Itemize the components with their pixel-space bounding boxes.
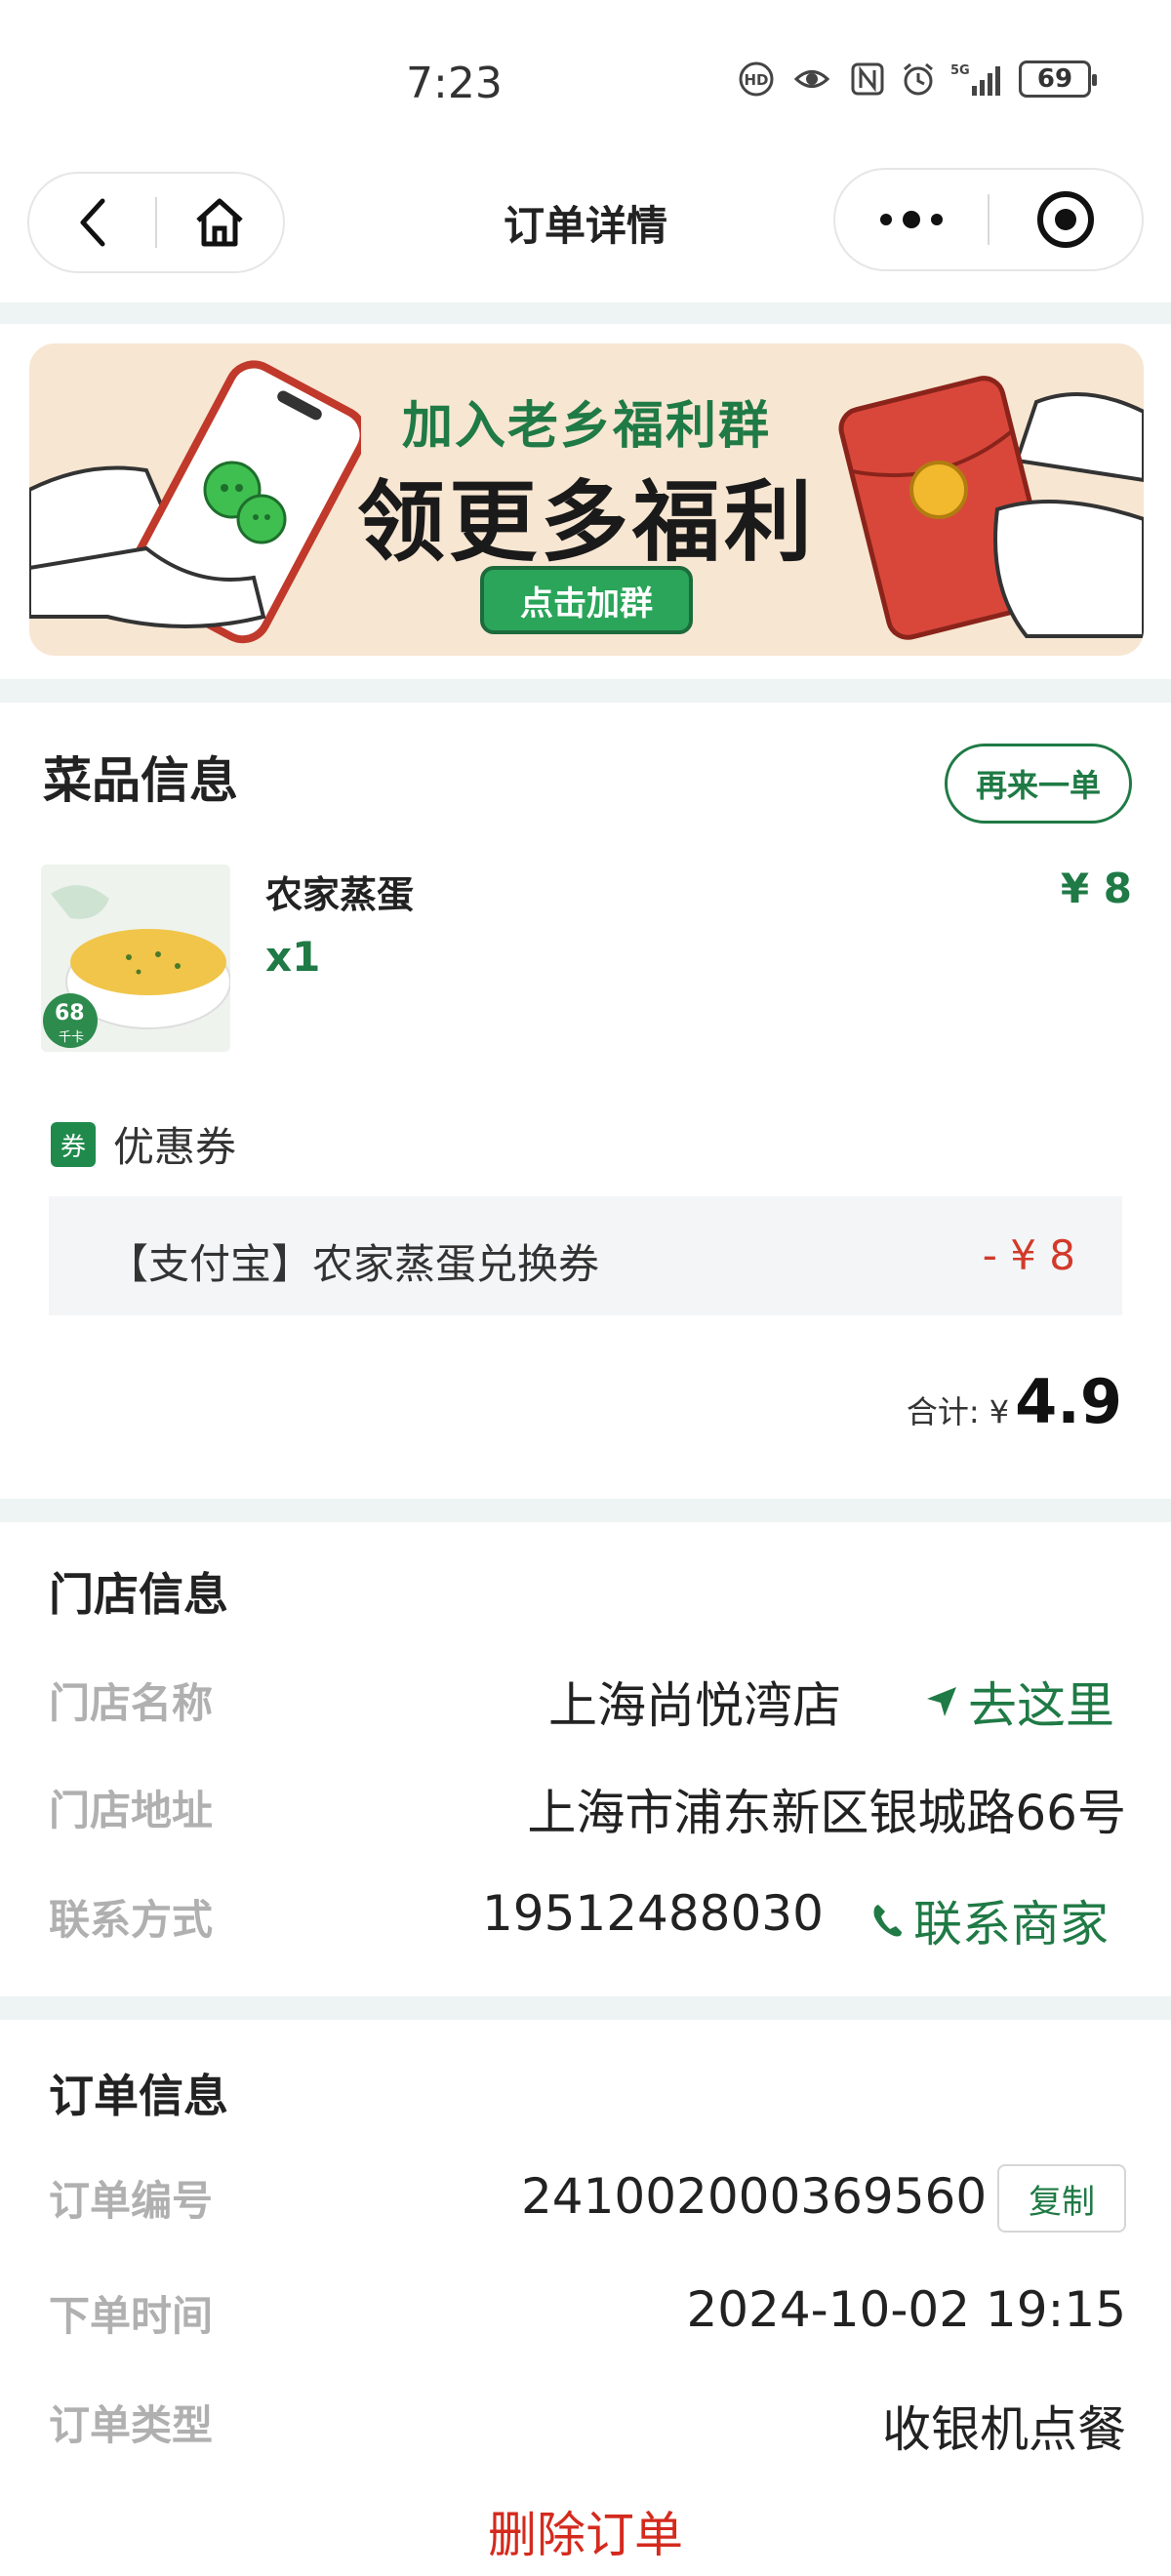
store-name-label: 门店名称 bbox=[49, 1679, 214, 1727]
contact-merchant-label: 联系商家 bbox=[913, 1896, 1109, 1952]
nav-bar: 订单详情 bbox=[0, 166, 1171, 302]
store-section-title: 门店信息 bbox=[49, 1568, 228, 1621]
target-icon bbox=[1036, 191, 1094, 248]
nav-capsule-right bbox=[833, 168, 1144, 271]
section-gap bbox=[0, 302, 1171, 324]
battery-level: 69 bbox=[1036, 64, 1073, 94]
navigate-button[interactable]: 去这里 bbox=[925, 1667, 1114, 1737]
nfc-icon bbox=[851, 62, 884, 96]
nav-capsule-left bbox=[27, 172, 285, 273]
order-number-label: 订单编号 bbox=[49, 2177, 214, 2225]
svg-text:HD: HD bbox=[744, 71, 768, 89]
dish-price: ¥ 8 bbox=[1060, 865, 1132, 912]
total-value: 4.9 bbox=[1015, 1366, 1122, 1437]
section-gap bbox=[0, 679, 1171, 703]
delete-order-button[interactable]: 删除订单 bbox=[0, 2496, 1171, 2566]
more-dots-icon bbox=[880, 211, 943, 228]
contact-label: 联系方式 bbox=[49, 1896, 214, 1944]
order-section-title: 订单信息 bbox=[49, 2070, 228, 2122]
join-group-button[interactable]: 点击加群 bbox=[480, 566, 693, 634]
status-bar: 7:23 HD 5G 69 bbox=[0, 0, 1171, 166]
hd-icon: HD bbox=[739, 61, 774, 97]
dish-section-title: 菜品信息 bbox=[43, 752, 238, 809]
dish-image: 68 千卡 bbox=[41, 865, 230, 1052]
home-icon bbox=[196, 198, 244, 247]
reorder-button[interactable]: 再来一单 bbox=[945, 744, 1132, 824]
welfare-group-banner[interactable]: 加入老乡福利群 领更多福利 点击加群 bbox=[29, 343, 1144, 656]
store-name-value: 上海尚悦湾店 bbox=[548, 1677, 841, 1734]
calorie-value: 68 bbox=[55, 1001, 85, 1026]
coupon-icon: 券 bbox=[51, 1122, 96, 1167]
order-number-value: 241002000369560 bbox=[521, 2168, 988, 2225]
calorie-unit: 千卡 bbox=[59, 1030, 85, 1045]
section-gap bbox=[0, 1499, 1171, 1522]
copy-order-number-button[interactable]: 复制 bbox=[997, 2164, 1126, 2233]
home-button[interactable] bbox=[157, 174, 283, 271]
coupon-row: 【支付宝】农家蒸蛋兑换券 - ¥ 8 bbox=[49, 1196, 1122, 1315]
contact-phone: 19512488030 bbox=[482, 1885, 824, 1942]
location-arrow-icon bbox=[927, 1687, 956, 1716]
order-type-label: 订单类型 bbox=[49, 2401, 214, 2449]
total-row: 合计: ¥ 4.9 bbox=[907, 1366, 1122, 1437]
total-label: 合计: ¥ bbox=[906, 1393, 1010, 1430]
coupon-name: 【支付宝】农家蒸蛋兑换券 bbox=[107, 1240, 600, 1288]
eye-icon bbox=[793, 70, 830, 88]
coupon-amount: - ¥ 8 bbox=[982, 1231, 1075, 1279]
contact-merchant-button[interactable]: 联系商家 bbox=[872, 1885, 1109, 1955]
store-address-label: 门店地址 bbox=[49, 1787, 214, 1834]
order-time-label: 下单时间 bbox=[49, 2292, 214, 2340]
status-time: 7:23 bbox=[406, 59, 503, 108]
coupon-label: 优惠券 bbox=[113, 1123, 237, 1171]
close-miniprogram-button[interactable] bbox=[989, 171, 1142, 268]
dish-quantity: x1 bbox=[265, 933, 321, 981]
dish-name: 农家蒸蛋 bbox=[265, 873, 415, 916]
svg-text:5G: 5G bbox=[950, 63, 970, 78]
alarm-icon bbox=[904, 62, 933, 96]
signal-5g-icon: 5G bbox=[950, 63, 1000, 96]
more-button[interactable] bbox=[835, 171, 988, 268]
chevron-left-icon bbox=[80, 198, 104, 247]
order-time-value: 2024-10-02 19:15 bbox=[686, 2281, 1126, 2338]
status-icons: HD 5G 69 bbox=[738, 60, 1097, 98]
order-type-value: 收银机点餐 bbox=[882, 2401, 1126, 2458]
section-gap bbox=[0, 1996, 1171, 2020]
battery-icon: 69 bbox=[1019, 60, 1097, 98]
store-address-value: 上海市浦东新区银城路66号 bbox=[527, 1785, 1126, 1841]
navigate-label: 去这里 bbox=[968, 1677, 1114, 1734]
back-button[interactable] bbox=[29, 174, 155, 271]
red-envelope-illustration bbox=[838, 376, 1144, 640]
phone-icon bbox=[873, 1905, 902, 1937]
